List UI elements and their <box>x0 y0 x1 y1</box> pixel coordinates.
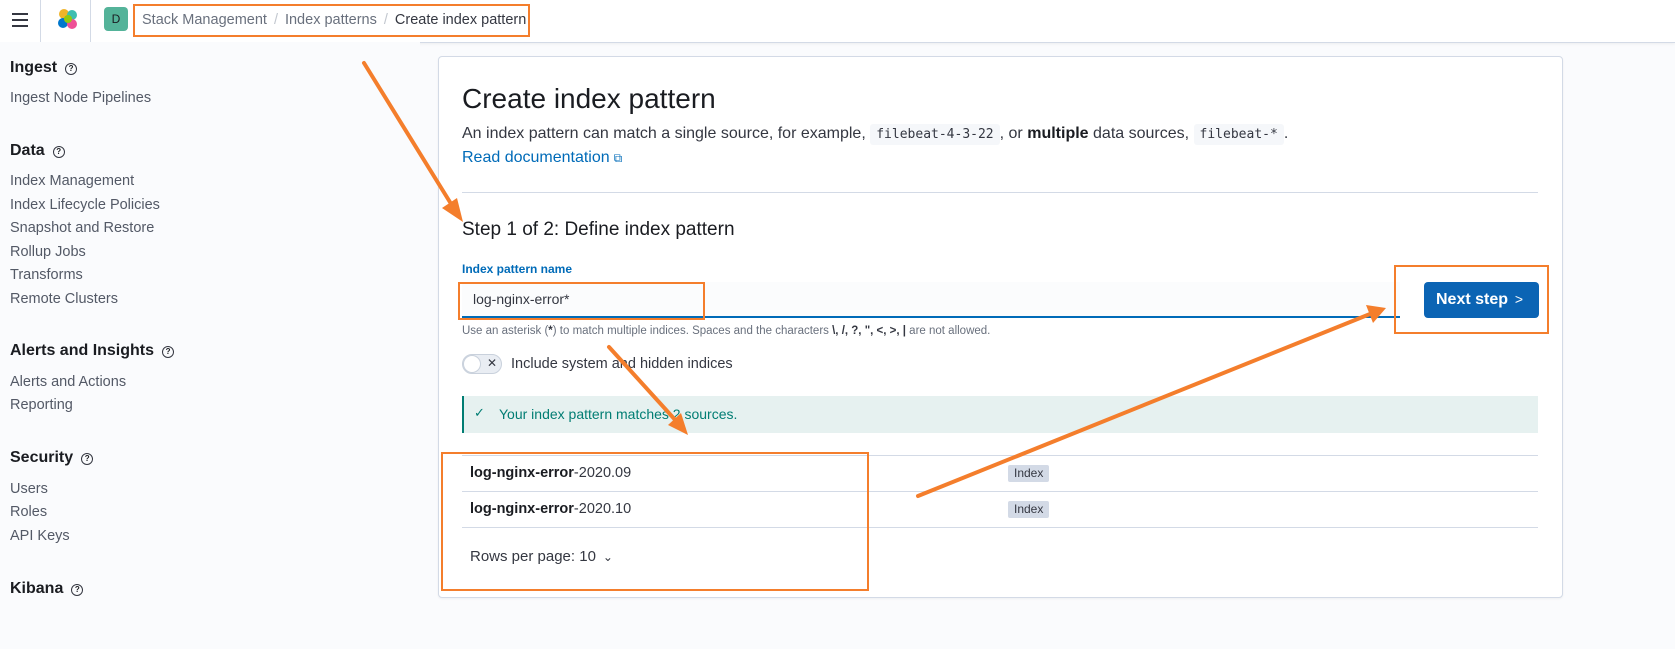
input-help-text: Use an asterisk (*) to match multiple in… <box>462 325 991 337</box>
index-name: log-nginx-error-2020.09 <box>470 465 632 481</box>
desc-multiple: multiple <box>1027 125 1089 142</box>
sidebar-item-snapshot-and-restore[interactable]: Snapshot and Restore <box>10 220 154 236</box>
create-index-pattern-panel: Create index pattern An index pattern ca… <box>438 56 1563 598</box>
help-icon[interactable]: ? <box>162 346 175 358</box>
sidebar-section-alerts-and-insights: Alerts and Insights? <box>10 342 175 360</box>
elastic-logo-icon[interactable] <box>55 7 81 33</box>
table-row: log-nginx-error-2020.09 Index <box>462 455 1538 491</box>
chevron-right-icon: > <box>1514 291 1523 307</box>
desc-text: An index pattern can match a single sour… <box>462 125 866 142</box>
sidebar-section-security: Security? <box>10 449 94 467</box>
help-icon[interactable]: ? <box>52 146 65 158</box>
sidebar: Ingest? Ingest Node Pipelines Data? Inde… <box>0 42 420 649</box>
sidebar-item-api-keys[interactable]: API Keys <box>10 528 70 544</box>
sidebar-section-kibana: Kibana? <box>10 580 84 598</box>
step-title: Step 1 of 2: Define index pattern <box>462 219 735 240</box>
breadcrumb: Stack Management / Index patterns / Create i… <box>142 10 526 30</box>
top-header: D Stack Management / Index patterns / Create… <box>0 0 1675 43</box>
check-icon: ✓ <box>474 405 485 420</box>
toggle-knob <box>463 355 481 373</box>
sidebar-item-ingest-node-pipelines[interactable]: Ingest Node Pipelines <box>10 90 151 106</box>
read-documentation-link[interactable]: Read documentation ⧉ <box>462 149 622 167</box>
example-multiple-sources: filebeat-* <box>1193 124 1284 145</box>
help-icon[interactable]: ? <box>71 584 84 596</box>
sidebar-item-roles[interactable]: Roles <box>10 504 47 520</box>
divider <box>462 192 1538 193</box>
breadcrumb-separator: / <box>383 12 388 28</box>
help-icon[interactable]: ? <box>65 63 78 75</box>
sidebar-item-reporting[interactable]: Reporting <box>10 397 73 413</box>
sidebar-item-users[interactable]: Users <box>10 481 48 497</box>
matching-indices-table: log-nginx-error-2020.09 Index log-nginx-… <box>462 455 1538 528</box>
help-icon[interactable]: ? <box>81 453 94 465</box>
sidebar-item-index-lifecycle-policies[interactable]: Index Lifecycle Policies <box>10 197 160 213</box>
next-step-button[interactable]: Next step > <box>1424 282 1539 318</box>
example-single-source: filebeat-4-3-22 <box>870 124 1000 145</box>
sidebar-item-rollup-jobs[interactable]: Rollup Jobs <box>10 244 86 260</box>
rows-per-page-selector[interactable]: Rows per page: 10 ⌄ <box>470 548 613 565</box>
external-link-icon: ⧉ <box>613 151 623 165</box>
breadcrumb-stack-management[interactable]: Stack Management <box>142 12 267 28</box>
cross-icon: ✕ <box>487 356 498 370</box>
sidebar-item-alerts-and-actions[interactable]: Alerts and Actions <box>10 374 126 390</box>
index-pattern-name-label: Index pattern name <box>462 262 573 276</box>
match-callout: ✓ Your index pattern matches 2 sources. <box>462 396 1538 433</box>
next-step-label: Next step <box>1436 291 1509 308</box>
desc-text: , or <box>999 125 1023 142</box>
breadcrumb-separator: / <box>273 12 278 28</box>
match-callout-text: Your index pattern matches 2 sources. <box>499 406 738 422</box>
chevron-down-icon: ⌄ <box>602 550 613 564</box>
read-documentation-label[interactable]: Read documentation <box>462 149 610 166</box>
header-divider <box>40 0 41 42</box>
desc-text: data sources, <box>1093 125 1190 142</box>
sidebar-section-ingest: Ingest? <box>10 59 78 77</box>
desc-text: . <box>1283 125 1289 142</box>
breadcrumb-current: Create index pattern <box>394 12 527 28</box>
table-row: log-nginx-error-2020.10 Index <box>462 491 1538 528</box>
space-avatar[interactable]: D <box>104 7 128 31</box>
index-name: log-nginx-error-2020.10 <box>470 501 632 517</box>
page-title: Create index pattern <box>462 83 716 114</box>
page-description: An index pattern can match a single sour… <box>462 124 1289 145</box>
sidebar-item-index-management[interactable]: Index Management <box>10 173 134 189</box>
header-divider <box>90 0 91 42</box>
sidebar-item-transforms[interactable]: Transforms <box>10 267 83 283</box>
index-pattern-name-input[interactable] <box>462 282 1400 318</box>
index-type-badge: Index <box>1008 501 1050 518</box>
include-hidden-toggle[interactable]: ✕ <box>462 354 502 374</box>
sidebar-item-remote-clusters[interactable]: Remote Clusters <box>10 291 118 307</box>
include-hidden-label[interactable]: Include system and hidden indices <box>511 356 733 372</box>
index-type-badge: Index <box>1008 465 1050 482</box>
rows-per-page-label[interactable]: Rows per page: 10 <box>470 548 596 565</box>
hamburger-menu-icon[interactable] <box>9 9 31 31</box>
breadcrumb-index-patterns[interactable]: Index patterns <box>285 12 377 28</box>
sidebar-section-data: Data? <box>10 142 65 160</box>
